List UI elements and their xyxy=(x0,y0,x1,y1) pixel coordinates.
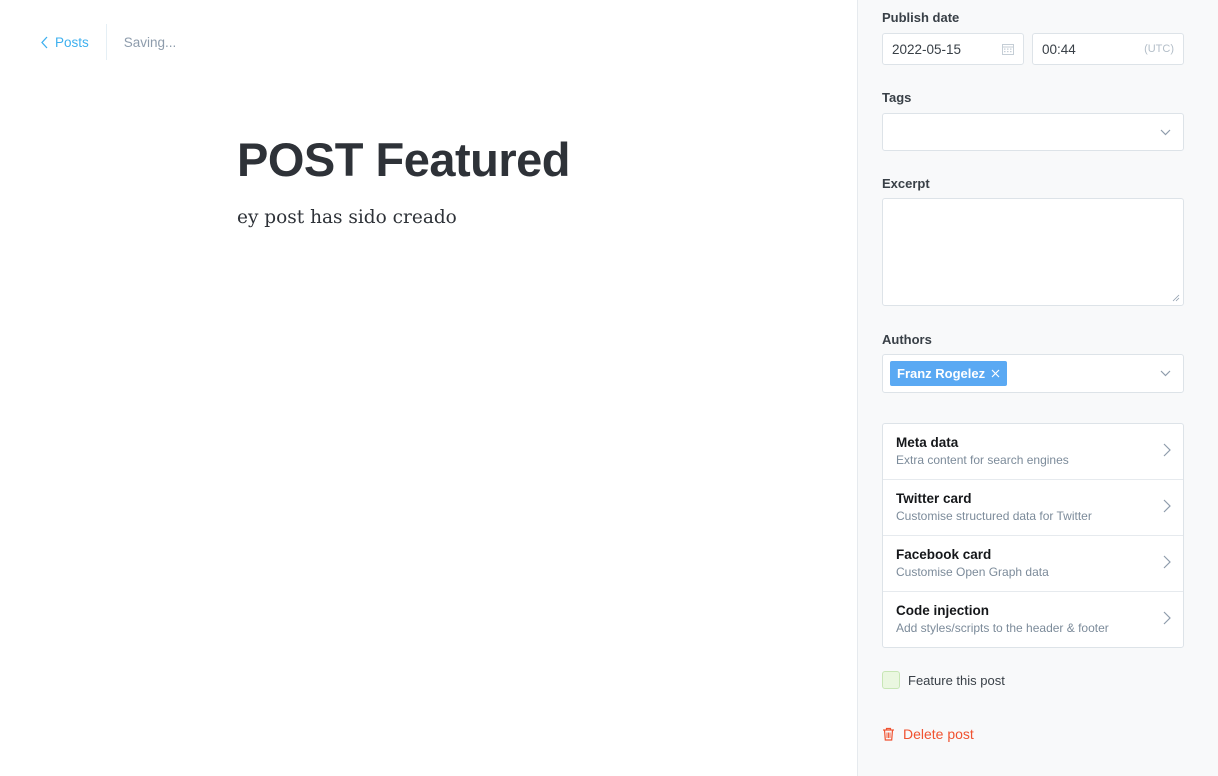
delete-post-button[interactable]: Delete post xyxy=(882,726,974,742)
section-description: Add styles/scripts to the header & foote… xyxy=(896,621,1109,635)
resize-handle-icon[interactable] xyxy=(1172,294,1180,302)
excerpt-textarea[interactable] xyxy=(882,198,1184,306)
calendar-icon xyxy=(1002,44,1014,55)
editor-pane: Posts Saving... POST Featured ey post ha… xyxy=(0,0,857,776)
feature-post-toggle[interactable]: Feature this post xyxy=(882,671,1005,689)
back-link-label: Posts xyxy=(55,34,89,50)
close-icon[interactable] xyxy=(991,369,1000,378)
feature-post-label: Feature this post xyxy=(908,672,1005,688)
chevron-right-icon xyxy=(1163,499,1171,513)
section-twitter-card[interactable]: Twitter card Customise structured data f… xyxy=(883,480,1183,536)
publish-time-value: 00:44 xyxy=(1042,41,1076,57)
post-title[interactable]: POST Featured xyxy=(237,132,571,187)
timezone-label: (UTC) xyxy=(1144,43,1174,55)
chevron-right-icon xyxy=(1163,443,1171,457)
section-meta-data[interactable]: Meta data Extra content for search engin… xyxy=(883,424,1183,480)
chevron-left-icon xyxy=(41,36,48,48)
section-title: Twitter card xyxy=(896,491,972,506)
section-title: Code injection xyxy=(896,603,990,618)
tags-select[interactable] xyxy=(882,113,1184,151)
publish-time-input[interactable]: 00:44 (UTC) xyxy=(1032,33,1184,65)
editor-topbar: Posts Saving... xyxy=(40,24,176,60)
section-code-injection[interactable]: Code injection Add styles/scripts to the… xyxy=(883,592,1183,647)
chevron-right-icon xyxy=(1163,555,1171,569)
publish-date-input[interactable]: 2022-05-15 xyxy=(882,33,1024,65)
author-name: Franz Rogelez xyxy=(897,366,986,381)
section-title: Meta data xyxy=(896,435,959,450)
post-settings-sidebar: Publish date 2022-05-15 00:44 (UTC) Tags… xyxy=(857,0,1218,776)
publish-date-label: Publish date xyxy=(882,10,960,25)
chevron-down-icon xyxy=(1160,370,1171,377)
feature-post-checkbox[interactable] xyxy=(882,671,900,689)
author-token[interactable]: Franz Rogelez xyxy=(890,361,1008,386)
authors-label: Authors xyxy=(882,332,932,347)
delete-post-label: Delete post xyxy=(903,726,974,742)
publish-date-value: 2022-05-15 xyxy=(892,41,962,57)
post-editor-app: Posts Saving... POST Featured ey post ha… xyxy=(0,0,1218,776)
chevron-down-icon xyxy=(1160,129,1171,135)
authors-select[interactable]: Franz Rogelez xyxy=(882,354,1184,393)
section-description: Customise structured data for Twitter xyxy=(896,509,1092,523)
post-body[interactable]: ey post has sido creado xyxy=(237,207,457,228)
section-facebook-card[interactable]: Facebook card Customise Open Graph data xyxy=(883,536,1183,592)
topbar-divider xyxy=(105,24,107,60)
settings-sections-list: Meta data Extra content for search engin… xyxy=(882,423,1184,648)
save-status: Saving... xyxy=(123,34,177,50)
excerpt-label: Excerpt xyxy=(882,176,930,191)
trash-icon xyxy=(883,727,894,741)
section-description: Customise Open Graph data xyxy=(896,565,1049,579)
section-description: Extra content for search engines xyxy=(896,453,1069,467)
section-title: Facebook card xyxy=(896,547,992,562)
back-to-posts-link[interactable]: Posts xyxy=(40,24,106,60)
tags-label: Tags xyxy=(882,90,912,105)
chevron-right-icon xyxy=(1163,611,1171,625)
